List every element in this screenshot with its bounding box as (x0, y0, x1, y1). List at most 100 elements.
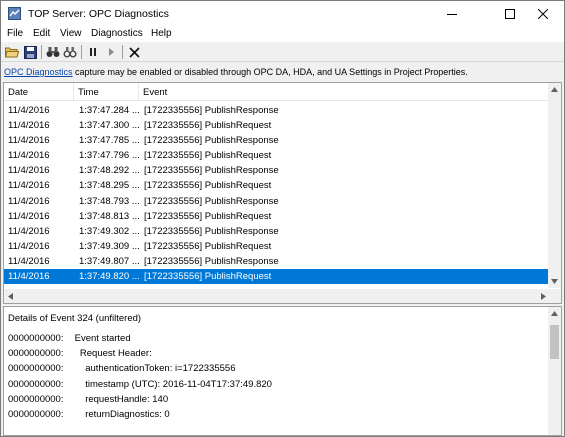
row-event: [1722335556] PublishResponse (144, 105, 279, 116)
row-time: 1:37:48.793 ... (79, 195, 140, 207)
detail-line-text: returnDiagnostics: 0 (72, 409, 170, 420)
column-header-time[interactable]: Time (74, 83, 139, 101)
row-event: [1722335556] PublishRequest (144, 271, 272, 283)
find-next-icon[interactable] (62, 44, 78, 60)
table-row[interactable]: 11/4/2016 1:37:48.793 ... [1722335556] Pub… (4, 194, 550, 209)
row-date: 11/4/2016 (8, 240, 50, 252)
row-date: 11/4/2016 (8, 195, 50, 207)
detail-line-text: Event started (72, 333, 131, 344)
row-time: 1:37:48.813 ... (79, 210, 140, 222)
detail-line-text: timestamp (UTC): 2016-11-04T17:37:49.820 (72, 378, 272, 390)
menu-help[interactable]: Help (151, 28, 172, 39)
row-event: [1722335556] PublishResponse (144, 255, 279, 267)
row-date: 11/4/2016 (8, 225, 50, 237)
menu-bar: File Edit View Diagnostics Help (1, 26, 564, 42)
toolbar (1, 42, 564, 62)
detail-line-prefix: 0000000000: (8, 409, 64, 420)
row-date: 11/4/2016 (8, 120, 50, 132)
row-event: [1722335556] PublishResponse (144, 195, 279, 207)
detail-line-text: authenticationToken: i=1722335556 (72, 363, 236, 375)
list-vertical-scrollbar[interactable] (548, 83, 561, 288)
table-row[interactable]: 11/4/2016 1:37:49.302 ... [1722335556] Pub… (4, 224, 550, 239)
row-date: 11/4/2016 (8, 210, 50, 222)
pause-icon[interactable] (85, 44, 101, 60)
menu-edit[interactable]: Edit (33, 28, 50, 39)
row-time: 1:37:49.820 ... (79, 271, 140, 283)
minimize-button[interactable] (429, 1, 474, 26)
detail-line: 0000000000: Request Header: (8, 348, 152, 359)
table-row[interactable]: 11/4/2016 1:37:47.284 ... [1722335556] Pub… (4, 103, 550, 118)
detail-line-prefix: 0000000000: (8, 393, 64, 405)
row-time: 1:37:48.295 ... (79, 180, 140, 192)
row-time: 1:37:47.300 ... (79, 120, 140, 132)
table-row[interactable]: 11/4/2016 1:37:49.309 ... [1722335556] Pub… (4, 239, 550, 254)
row-event: [1722335556] PublishResponse (144, 225, 279, 237)
play-icon[interactable] (103, 44, 119, 60)
table-row[interactable]: 11/4/2016 1:37:48.295 ... [1722335556] Pub… (4, 178, 550, 193)
scroll-up-icon[interactable] (548, 83, 561, 96)
detail-line-prefix: 0000000000: (8, 363, 64, 375)
open-folder-icon[interactable] (4, 44, 20, 60)
list-rows: 11/4/2016 1:37:47.284 ... [1722335556] Pub… (4, 103, 550, 285)
detail-line: 0000000000: Event started (8, 333, 131, 344)
menu-diagnostics[interactable]: Diagnostics (91, 28, 143, 39)
row-time: 1:37:49.807 ... (79, 255, 140, 267)
row-event: [1722335556] PublishRequest (144, 210, 272, 222)
scroll-down-icon[interactable] (548, 275, 561, 288)
details-scroll-thumb[interactable] (550, 325, 559, 359)
table-row[interactable]: 11/4/2016 1:37:47.300 ... [1722335556] Pub… (4, 118, 550, 133)
scroll-left-icon[interactable] (4, 289, 17, 303)
row-event: [1722335556] PublishResponse (144, 165, 279, 177)
toolbar-separator (81, 45, 82, 59)
row-event: [1722335556] PublishRequest (144, 240, 272, 252)
close-button[interactable] (520, 1, 565, 26)
row-event: [1722335556] PublishResponse (144, 135, 279, 147)
details-scroll-up-icon[interactable] (548, 307, 561, 320)
app-icon (8, 7, 21, 20)
column-header-event[interactable]: Event (139, 83, 550, 101)
table-row[interactable]: 11/4/2016 1:37:47.796 ... [1722335556] Pub… (4, 148, 550, 163)
detail-line: 0000000000: authenticationToken: i=17223… (8, 363, 235, 374)
find-icon[interactable] (45, 44, 61, 60)
row-event: [1722335556] PublishRequest (144, 150, 272, 162)
row-event: [1722335556] PublishRequest (144, 120, 272, 132)
opc-diagnostics-link[interactable]: OPC Diagnostics (4, 67, 73, 77)
title-bar[interactable]: TOP Server: OPC Diagnostics (1, 1, 564, 26)
table-row[interactable]: 11/4/2016 1:37:48.813 ... [1722335556] Pub… (4, 209, 550, 224)
menu-file[interactable]: File (7, 28, 23, 39)
table-row[interactable]: 11/4/2016 1:37:48.292 ... [1722335556] Pub… (4, 163, 550, 178)
column-header-date[interactable]: Date (4, 83, 74, 101)
table-row[interactable]: 11/4/2016 1:37:49.807 ... [1722335556] Pub… (4, 254, 550, 269)
toolbar-separator (122, 45, 123, 59)
info-line: OPC Diagnostics capture may be enabled o… (1, 63, 564, 81)
detail-line: 0000000000: returnDiagnostics: 0 (8, 409, 170, 420)
app-window: TOP Server: OPC Diagnostics File Edit Vi… (0, 0, 565, 437)
row-time: 1:37:48.292 ... (79, 165, 140, 177)
row-event: [1722335556] PublishRequest (144, 180, 272, 192)
menu-view[interactable]: View (60, 28, 82, 39)
row-date: 11/4/2016 (8, 105, 50, 116)
detail-line-prefix: 0000000000: (8, 348, 64, 360)
row-date: 11/4/2016 (8, 271, 50, 283)
detail-line-prefix: 0000000000: (8, 378, 64, 390)
clear-icon[interactable] (126, 44, 142, 60)
detail-line: 0000000000: timestamp (UTC): 2016-11-04T… (8, 379, 272, 390)
row-date: 11/4/2016 (8, 255, 50, 267)
detail-line: 0000000000: requestHandle: 140 (8, 394, 168, 405)
details-title: Details of Event 324 (unfiltered) (8, 313, 142, 324)
save-icon[interactable] (22, 44, 38, 60)
list-header: Date Time Event (4, 83, 550, 101)
table-row[interactable]: 11/4/2016 1:37:47.785 ... [1722335556] Pub… (4, 133, 550, 148)
row-date: 11/4/2016 (8, 165, 50, 177)
info-text: capture may be enabled or disabled throu… (72, 67, 468, 77)
list-horizontal-scrollbar[interactable] (4, 289, 550, 303)
row-date: 11/4/2016 (8, 180, 50, 192)
row-date: 11/4/2016 (8, 150, 50, 162)
details-pane[interactable]: Details of Event 324 (unfiltered) 000000… (3, 306, 562, 436)
window-title: TOP Server: OPC Diagnostics (28, 8, 169, 20)
details-vertical-scrollbar[interactable] (548, 307, 561, 435)
event-list[interactable]: Date Time Event 11/4/2016 1:37:47.284 ...… (3, 82, 562, 304)
detail-line-prefix: 0000000000: (8, 333, 64, 344)
row-time: 1:37:47.785 ... (79, 135, 140, 147)
table-row[interactable]: 11/4/2016 1:37:49.820 ... [1722335556] Pub… (4, 269, 550, 285)
